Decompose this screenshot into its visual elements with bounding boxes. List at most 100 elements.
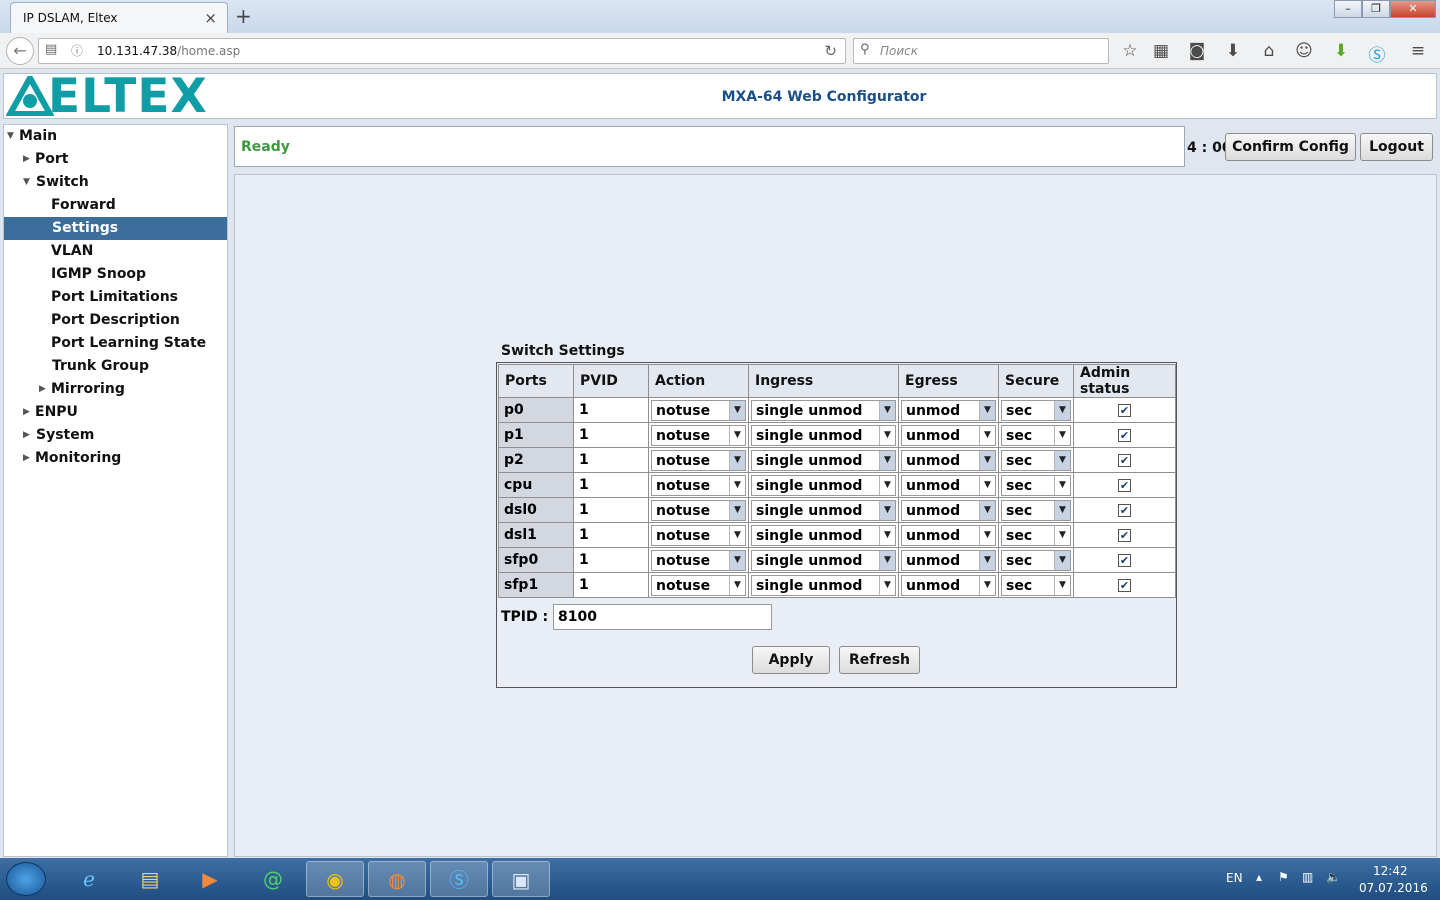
dropdown-arrow-icon[interactable]: ▼	[879, 425, 895, 445]
dropdown-arrow-icon[interactable]: ▼	[979, 475, 995, 495]
skype-taskbar-icon[interactable]: Ⓢ	[430, 861, 488, 897]
dropdown-arrow-icon[interactable]: ▼	[1054, 400, 1070, 420]
dropdown-arrow-icon[interactable]: ▼	[1054, 525, 1070, 545]
sidebar-item-enpu[interactable]: ▶ ENPU	[4, 401, 227, 424]
dropdown-arrow-icon[interactable]: ▼	[879, 475, 895, 495]
egress-select[interactable]: unmod ▼	[901, 574, 996, 596]
sidebar-item-vlan[interactable]: VLAN	[4, 240, 227, 263]
dropdown-arrow-icon[interactable]: ▼	[729, 475, 745, 495]
sidebar-item-port-limitations[interactable]: Port Limitations	[4, 286, 227, 309]
pvid-input[interactable]: 1	[574, 448, 648, 472]
collapsed-arrow-icon[interactable]: ▶	[39, 378, 46, 401]
dropdown-arrow-icon[interactable]: ▼	[979, 525, 995, 545]
sidebar-item-trunk-group[interactable]: Trunk Group	[4, 355, 227, 378]
confirm-config-button[interactable]: Confirm Config	[1225, 133, 1356, 161]
clock-date[interactable]: 07.07.2016	[1359, 881, 1428, 895]
action-select[interactable]: notuse ▼	[651, 499, 746, 521]
egress-select[interactable]: unmod ▼	[901, 549, 996, 571]
dropdown-arrow-icon[interactable]: ▼	[979, 575, 995, 595]
dropdown-arrow-icon[interactable]: ▼	[729, 400, 745, 420]
pocket-icon[interactable]: ◙	[1186, 41, 1208, 61]
collapsed-arrow-icon[interactable]: ▶	[23, 401, 30, 424]
ingress-select[interactable]: single unmod ▼	[751, 449, 896, 471]
dropdown-arrow-icon[interactable]: ▼	[879, 575, 895, 595]
action-select[interactable]: notuse ▼	[651, 424, 746, 446]
dropdown-arrow-icon[interactable]: ▼	[879, 550, 895, 570]
apply-button[interactable]: Apply	[752, 646, 830, 674]
network-icon[interactable]: ▥	[1302, 870, 1313, 884]
admin-status-checkbox[interactable]: ✔	[1118, 478, 1131, 492]
dropdown-arrow-icon[interactable]: ▼	[729, 575, 745, 595]
language-indicator[interactable]: EN	[1226, 871, 1243, 885]
admin-status-checkbox[interactable]: ✔	[1118, 428, 1131, 442]
start-button-icon[interactable]	[6, 862, 46, 896]
dropdown-arrow-icon[interactable]: ▼	[1054, 425, 1070, 445]
pvid-input[interactable]: 1	[574, 473, 648, 497]
dropdown-arrow-icon[interactable]: ▼	[879, 500, 895, 520]
download-icon[interactable]: ⬇	[1222, 41, 1244, 61]
secure-select[interactable]: sec ▼	[1001, 524, 1071, 546]
egress-select[interactable]: unmod ▼	[901, 474, 996, 496]
action-select[interactable]: notuse ▼	[651, 524, 746, 546]
back-arrow-icon[interactable]: ←	[6, 37, 34, 65]
refresh-button[interactable]: Refresh	[839, 646, 920, 674]
dropdown-arrow-icon[interactable]: ▼	[1054, 550, 1070, 570]
address-bar[interactable]: ▤ ⓘ 10.131.47.38/home.asp ↻	[38, 38, 846, 64]
new-tab-icon[interactable]: +	[235, 4, 252, 28]
maximize-icon[interactable]: ❐	[1362, 0, 1390, 18]
pvid-input[interactable]: 1	[574, 498, 648, 522]
ingress-select[interactable]: single unmod ▼	[751, 424, 896, 446]
green-download-icon[interactable]: ⬇	[1330, 41, 1352, 61]
ingress-select[interactable]: single unmod ▼	[751, 549, 896, 571]
pvid-input[interactable]: 1	[574, 423, 648, 447]
chrome-icon[interactable]: ◉	[306, 861, 364, 897]
dropdown-arrow-icon[interactable]: ▼	[729, 550, 745, 570]
collapsed-arrow-icon[interactable]: ▶	[23, 424, 30, 447]
dropdown-arrow-icon[interactable]: ▼	[879, 450, 895, 470]
action-select[interactable]: notuse ▼	[651, 399, 746, 421]
dropdown-arrow-icon[interactable]: ▼	[879, 400, 895, 420]
admin-status-checkbox[interactable]: ✔	[1118, 553, 1131, 567]
ingress-select[interactable]: single unmod ▼	[751, 524, 896, 546]
search-input[interactable]: ⚲ Поиск	[853, 38, 1109, 64]
home-icon[interactable]: ⌂	[1258, 41, 1280, 61]
clock-time[interactable]: 12:42	[1373, 864, 1408, 878]
sidebar-item-system[interactable]: ▶ System	[4, 424, 227, 447]
tpid-input[interactable]: 8100	[553, 604, 772, 630]
admin-status-checkbox[interactable]: ✔	[1118, 578, 1131, 592]
admin-status-checkbox[interactable]: ✔	[1118, 453, 1131, 467]
skype-icon[interactable]: Ⓢ	[1366, 41, 1388, 66]
info-icon[interactable]: ⓘ	[71, 42, 83, 59]
admin-status-checkbox[interactable]: ✔	[1118, 528, 1131, 542]
dropdown-arrow-icon[interactable]: ▼	[1054, 475, 1070, 495]
menu-icon[interactable]: ≡	[1407, 41, 1429, 61]
sidebar-item-port[interactable]: ▶ Port	[4, 148, 227, 171]
hello-chat-icon[interactable]: ☺	[1293, 41, 1315, 61]
dropdown-arrow-icon[interactable]: ▼	[879, 525, 895, 545]
action-select[interactable]: notuse ▼	[651, 474, 746, 496]
secure-select[interactable]: sec ▼	[1001, 474, 1071, 496]
ingress-select[interactable]: single unmod ▼	[751, 399, 896, 421]
sidebar-item-port-learning-state[interactable]: Port Learning State	[4, 332, 227, 355]
internet-explorer-icon[interactable]: ℯ	[60, 861, 118, 897]
secure-select[interactable]: sec ▼	[1001, 499, 1071, 521]
pvid-input[interactable]: 1	[574, 548, 648, 572]
bookmark-star-icon[interactable]: ☆	[1119, 41, 1141, 61]
minimize-icon[interactable]: –	[1334, 0, 1362, 18]
sidebar-item-igmp-snoop[interactable]: IGMP Snoop	[4, 263, 227, 286]
secure-select[interactable]: sec ▼	[1001, 549, 1071, 571]
reload-icon[interactable]: ↻	[824, 42, 837, 60]
tab-close-icon[interactable]: ×	[204, 9, 217, 27]
sidebar-item-settings[interactable]: Settings	[4, 217, 227, 240]
secure-select[interactable]: sec ▼	[1001, 424, 1071, 446]
dropdown-arrow-icon[interactable]: ▼	[979, 500, 995, 520]
dropdown-arrow-icon[interactable]: ▼	[979, 425, 995, 445]
collapsed-arrow-icon[interactable]: ▶	[23, 447, 30, 470]
sidebar-item-mirroring[interactable]: ▶ Mirroring	[4, 378, 227, 401]
dropdown-arrow-icon[interactable]: ▼	[729, 425, 745, 445]
pvid-input[interactable]: 1	[574, 523, 648, 547]
reading-list-icon[interactable]: ▦	[1150, 41, 1172, 61]
secure-select[interactable]: sec ▼	[1001, 449, 1071, 471]
sidebar-item-switch[interactable]: ▼ Switch	[4, 171, 227, 194]
sidebar-item-monitoring[interactable]: ▶ Monitoring	[4, 447, 227, 470]
